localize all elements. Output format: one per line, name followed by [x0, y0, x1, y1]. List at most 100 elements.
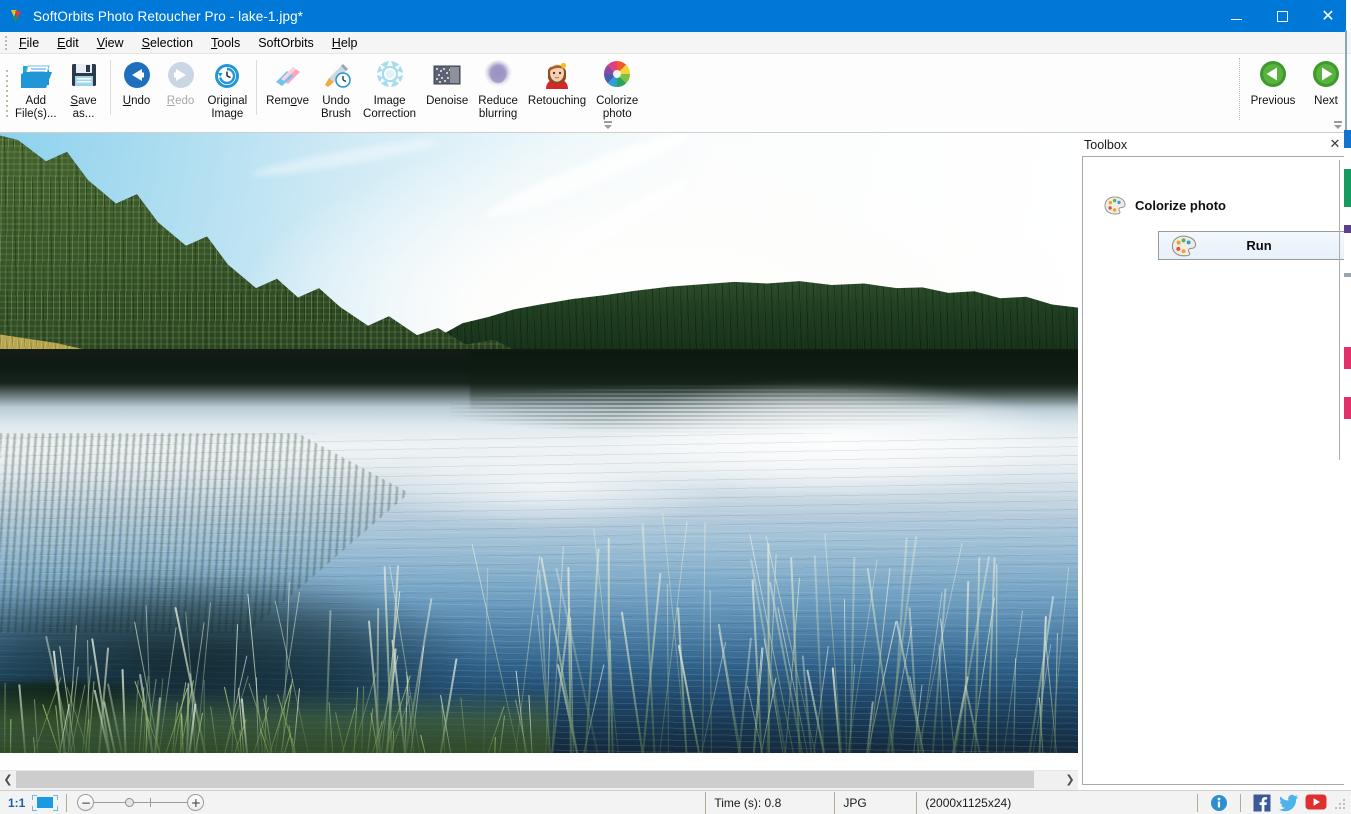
add-files-label: Add File(s)...: [15, 95, 57, 120]
toolbar-overflow-icon[interactable]: [601, 118, 615, 132]
zoom-slider-thumb[interactable]: [125, 798, 135, 807]
undo-arrow-icon: [120, 58, 154, 92]
toolbar-separator: [1239, 58, 1241, 120]
status-divider: [66, 793, 68, 812]
zoom-ratio-label: 1:1: [8, 795, 26, 810]
toolbox-title: Toolbox: [1084, 137, 1128, 152]
zoom-slider-track[interactable]: [94, 798, 188, 807]
facebook-icon[interactable]: [1253, 794, 1271, 812]
hscrollbar-thumb[interactable]: [16, 771, 1034, 788]
run-button[interactable]: Run: [1158, 231, 1351, 260]
menu-grip-icon: [2, 32, 10, 54]
image-correction-label: Image Correction: [363, 95, 417, 120]
open-folder-icon: [19, 58, 53, 92]
save-as-button[interactable]: Save as...: [62, 54, 106, 130]
previous-button[interactable]: Previous: [1245, 54, 1301, 130]
redo-button[interactable]: Redo: [159, 54, 203, 130]
menu-item-view[interactable]: View: [88, 34, 133, 52]
title-bar: SoftOrbits Photo Retoucher Pro - lake-1.…: [0, 0, 1351, 32]
resize-grip-icon[interactable]: [1335, 798, 1349, 813]
close-button[interactable]: ✕: [1305, 0, 1351, 32]
remove-label: Remove: [266, 95, 310, 107]
close-icon[interactable]: ✕: [1327, 137, 1343, 153]
colorize-photo-label: Colorize photo: [596, 95, 639, 120]
chevron-right-icon[interactable]: ❯: [1062, 771, 1078, 788]
toolbar-group-history: Undo Redo Original Image: [115, 54, 253, 133]
toolbar-separator: [109, 60, 111, 115]
retouching-label: Retouching: [527, 95, 587, 107]
menu-item-selection[interactable]: Selection: [133, 34, 202, 52]
clock-history-icon: [210, 58, 244, 92]
maximize-button[interactable]: [1259, 0, 1305, 32]
remove-button[interactable]: Remove: [261, 54, 314, 130]
toolbox-panel: Toolbox ✕ Colorize photo Run: [1078, 133, 1351, 790]
photo-lake-1[interactable]: [0, 133, 1078, 753]
status-dimensions: (2000x1125x24): [916, 791, 1066, 814]
toolbar-separator: [256, 60, 258, 115]
toolbar: Add File(s)... Save as... Undo Redo Orig…: [0, 54, 1351, 133]
eraser-icon: [271, 58, 305, 92]
edge-marker-green: [1344, 169, 1351, 207]
minimize-button[interactable]: [1213, 0, 1259, 32]
menu-item-tools[interactable]: Tools: [202, 34, 249, 52]
zoom-out-button[interactable]: −: [77, 794, 95, 811]
edge-marker-purple: [1344, 225, 1351, 233]
zoom-in-button[interactable]: +: [187, 794, 205, 811]
status-divider: [1197, 793, 1198, 812]
menu-item-softorbits[interactable]: SoftOrbits: [249, 34, 323, 52]
brush-clock-icon: [319, 58, 353, 92]
toolbox-tool-entry: Colorize photo: [1104, 196, 1226, 215]
zoom-slider[interactable]: − +: [77, 794, 205, 811]
status-format: JPG: [834, 791, 916, 814]
maximize-icon: [1276, 10, 1288, 22]
save-as-label: Save as...: [70, 95, 97, 120]
horizontal-scrollbar[interactable]: ❮ ❯: [0, 770, 1078, 788]
undo-label: Undo: [122, 95, 151, 107]
run-button-label: Run: [1246, 238, 1272, 253]
menu-item-edit[interactable]: Edit: [48, 34, 88, 52]
panel-right-border: [1339, 160, 1340, 460]
toolbar-overflow-right-icon[interactable]: [1331, 118, 1345, 132]
close-icon: ✕: [1321, 6, 1335, 25]
green-left-arrow-icon: [1256, 58, 1290, 92]
status-divider: [1240, 793, 1241, 812]
chevron-left-icon[interactable]: ❮: [0, 771, 16, 788]
original-image-button[interactable]: Original Image: [203, 54, 253, 130]
menu-bar: FFileile Edit View Selection Tools SoftO…: [0, 32, 1351, 54]
hscrollbar-track[interactable]: [16, 771, 1062, 788]
info-icon[interactable]: [1210, 794, 1228, 812]
twitter-icon[interactable]: [1279, 794, 1298, 812]
status-bar: 1:1 − + Time (s): 0.8 JPG (2000x1125x24): [0, 790, 1351, 814]
image-correction-button[interactable]: Image Correction: [358, 54, 421, 130]
window-title: SoftOrbits Photo Retoucher Pro - lake-1.…: [33, 8, 304, 24]
toolbox-header: Toolbox ✕: [1078, 133, 1351, 156]
undo-brush-button[interactable]: Undo Brush: [314, 54, 358, 130]
status-social-links: [1189, 792, 1351, 814]
menu-item-file[interactable]: FFileile: [10, 34, 48, 52]
palette-icon: [1104, 196, 1126, 215]
add-files-button[interactable]: Add File(s)...: [10, 54, 62, 130]
redo-arrow-icon: [164, 58, 198, 92]
minimize-icon: [1230, 19, 1242, 20]
toolbar-group-tools: Remove Undo Brush Image Correction Denoi…: [261, 54, 643, 133]
toolbox-body: Colorize photo Run: [1082, 156, 1351, 785]
fit-to-screen-icon[interactable]: [32, 794, 59, 811]
youtube-icon[interactable]: [1305, 794, 1327, 812]
right-edge-markers: [1344, 130, 1351, 790]
reduce-blurring-button[interactable]: Reduce blurring: [473, 54, 523, 130]
reduce-blurring-label: Reduce blurring: [478, 95, 518, 120]
green-right-arrow-icon: [1309, 58, 1343, 92]
menu-item-help[interactable]: Help: [323, 34, 367, 52]
undo-button[interactable]: Undo: [115, 54, 159, 130]
window-controls: ✕: [1213, 0, 1351, 32]
previous-label: Previous: [1250, 95, 1296, 107]
shoreline-bush: [0, 681, 210, 753]
image-canvas[interactable]: [0, 133, 1078, 770]
retouching-button[interactable]: Retouching: [523, 54, 591, 130]
zoom-slider-tick: [150, 798, 152, 807]
undo-brush-label: Undo Brush: [320, 95, 352, 120]
colorize-photo-button[interactable]: Colorize photo: [591, 54, 643, 130]
toolbox-tool-name: Colorize photo: [1135, 198, 1226, 213]
denoise-label: Denoise: [426, 95, 469, 107]
denoise-button[interactable]: Denoise: [421, 54, 473, 130]
